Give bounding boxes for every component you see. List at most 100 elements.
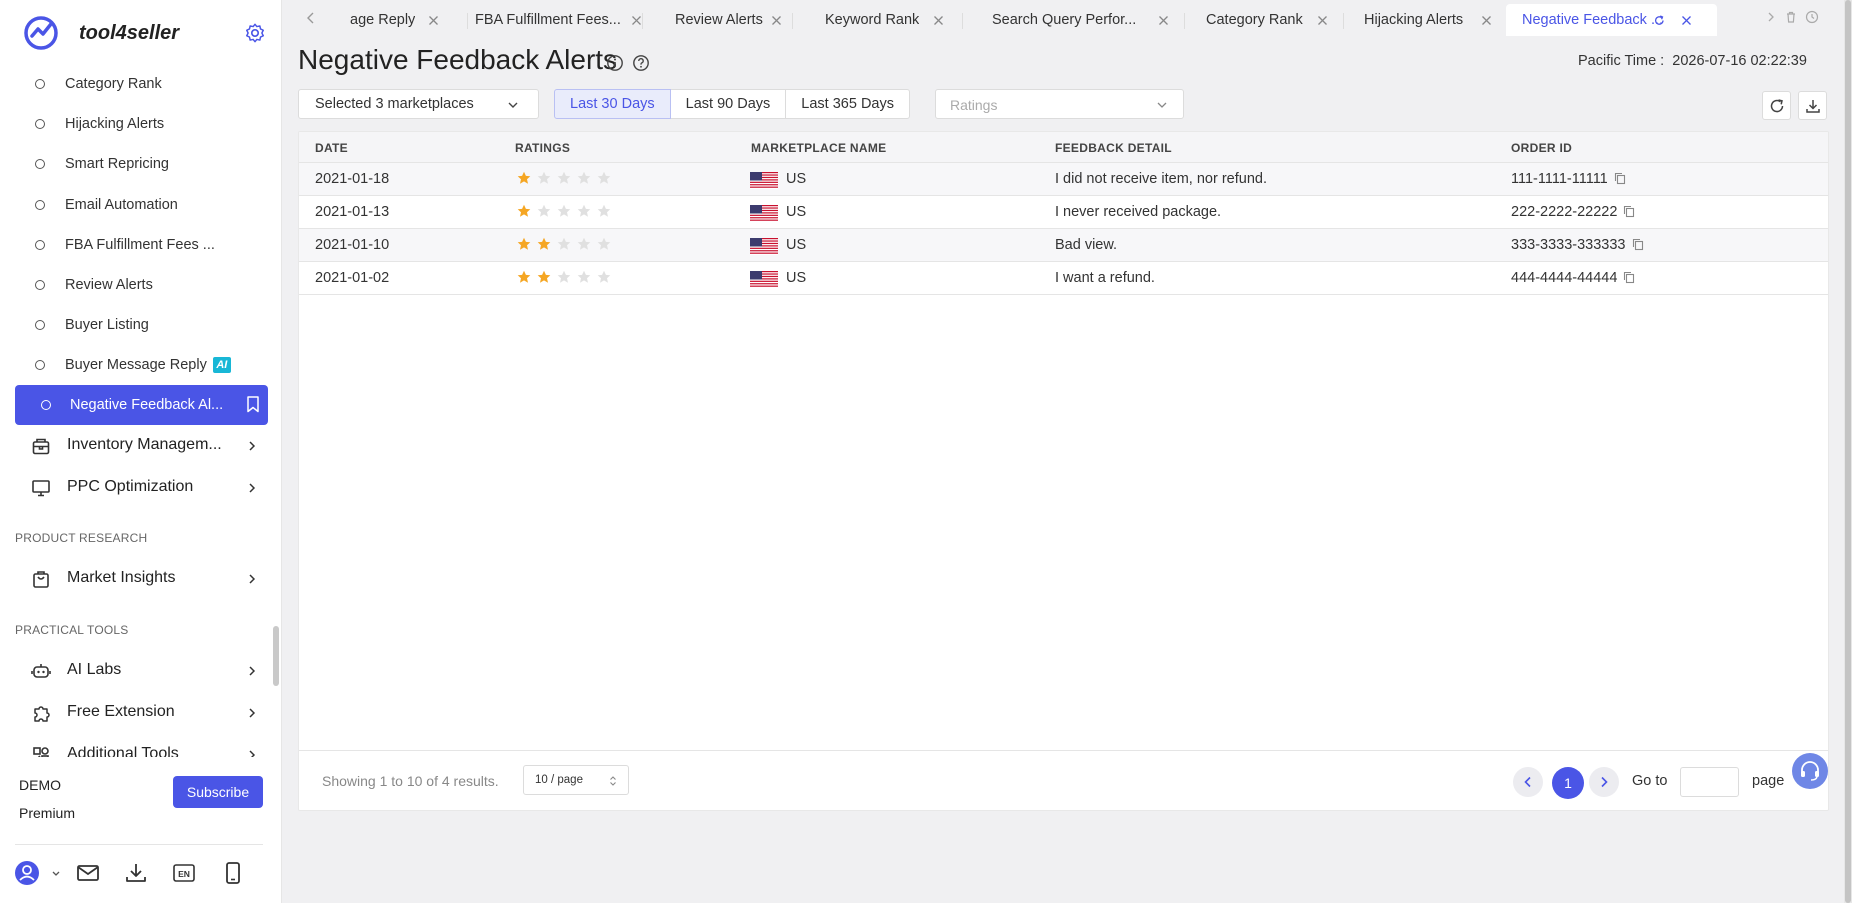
table-row[interactable]: 2021-01-18 US I did not receive item, nor … (299, 163, 1828, 196)
sidebar-item-buyer-listing[interactable]: Buyer Listing (0, 305, 272, 345)
tab-1[interactable]: age Reply (343, 4, 473, 36)
column-ratings[interactable]: RATINGS (515, 141, 570, 155)
chevron-left-icon[interactable] (303, 8, 319, 28)
trash-icon[interactable] (1784, 10, 1798, 24)
page-scrollbar[interactable] (1844, 0, 1852, 903)
chevron-right-icon (249, 574, 256, 584)
star-filled-icon (537, 237, 551, 250)
rating-stars (517, 270, 617, 284)
download-button[interactable] (1798, 91, 1827, 120)
page-scrollbar-thumb[interactable] (1845, 0, 1851, 903)
star-filled-icon (517, 270, 531, 283)
table-row[interactable]: 2021-01-13 US I never received package. 222… (299, 196, 1828, 229)
robot-icon (31, 664, 51, 678)
chevron-down-icon[interactable] (51, 869, 61, 879)
sidebar-item-negative-feedback-alerts[interactable]: Negative Feedback Al... (15, 385, 268, 425)
page-1-button[interactable]: 1 (1552, 767, 1584, 799)
copy-icon[interactable] (1632, 238, 1644, 251)
info-icon[interactable] (606, 54, 624, 72)
subscribe-button[interactable]: Subscribe (173, 776, 263, 808)
sidebar-group-ai-labs[interactable]: AI Labs (0, 650, 272, 692)
range-last-365-days[interactable]: Last 365 Days (785, 89, 910, 119)
circle-bullet-icon (35, 360, 45, 370)
tab-3[interactable]: Review Alerts (668, 4, 798, 36)
close-icon[interactable] (771, 15, 782, 26)
sidebar-group-inventory-management[interactable]: Inventory Managem... (0, 425, 272, 467)
copy-icon[interactable] (1623, 205, 1635, 218)
tab-label: age Reply (350, 12, 416, 28)
mail-icon[interactable] (75, 860, 101, 886)
tab-7[interactable]: Hijacking Alerts (1357, 4, 1507, 36)
star-empty-icon (537, 204, 551, 217)
sidebar-item-hijacking-alerts[interactable]: Hijacking Alerts (0, 104, 272, 144)
column-marketplace-name[interactable]: MARKETPLACE NAME (751, 141, 886, 155)
sidebar-item-fba-fulfillment-fees[interactable]: FBA Fulfillment Fees ... (0, 225, 272, 265)
order-id-text: 111-1111-11111 (1511, 171, 1608, 187)
marketplace-select[interactable]: Selected 3 marketplaces (298, 89, 539, 119)
table-row[interactable]: 2021-01-10 US Bad view. 333-3333-333333 (299, 229, 1828, 262)
column-date[interactable]: DATE (315, 141, 348, 155)
language-en-icon[interactable]: EN (171, 860, 197, 886)
column-feedback-detail[interactable]: FEEDBACK DETAIL (1055, 141, 1172, 155)
table-header: DATE RATINGS MARKETPLACE NAME FEEDBACK D… (299, 132, 1828, 163)
date-range-group: Last 30 Days Last 90 Days Last 365 Days (554, 89, 910, 119)
sidebar-item-email-automation[interactable]: Email Automation (0, 185, 272, 225)
settings-gear-icon[interactable] (244, 22, 266, 44)
next-page-button[interactable] (1589, 767, 1619, 797)
prev-page-button[interactable] (1513, 767, 1543, 797)
customer-support-button[interactable] (1792, 753, 1828, 789)
close-icon[interactable] (1158, 15, 1169, 26)
us-flag-icon (750, 271, 778, 288)
goto-page-input[interactable] (1680, 767, 1739, 797)
circle-bullet-icon (35, 159, 45, 169)
close-icon[interactable] (631, 15, 642, 26)
cell-marketplace: US (786, 171, 807, 187)
history-clock-icon[interactable] (1805, 10, 1819, 24)
tab-5[interactable]: Search Query Perfor... (985, 4, 1190, 36)
close-icon[interactable] (1481, 15, 1492, 26)
help-icon[interactable] (632, 54, 650, 72)
tab-6[interactable]: Category Rank (1199, 4, 1349, 36)
sidebar-scrollbar[interactable] (273, 626, 279, 686)
tab-label: Keyword Rank (825, 12, 920, 28)
copy-icon[interactable] (1623, 271, 1635, 284)
mobile-icon[interactable] (220, 860, 246, 886)
table-row[interactable]: 2021-01-02 US I want a refund. 444-4444-444… (299, 262, 1828, 295)
ratings-select[interactable]: Ratings (935, 89, 1184, 119)
tool4seller-logo-icon[interactable] (23, 15, 59, 51)
close-icon[interactable] (1317, 15, 1328, 26)
range-last-90-days[interactable]: Last 90 Days (669, 89, 787, 119)
bookmark-icon[interactable] (246, 396, 260, 413)
star-filled-icon (517, 171, 531, 184)
tab-8[interactable]: Negative Feedback ... (1506, 4, 1717, 36)
sidebar-item-smart-repricing[interactable]: Smart Repricing (0, 144, 272, 184)
download-icon[interactable] (123, 860, 149, 886)
copy-icon[interactable] (1614, 172, 1626, 185)
sidebar-item-review-alerts[interactable]: Review Alerts (0, 265, 272, 305)
close-icon[interactable] (933, 15, 944, 26)
close-icon[interactable] (1681, 15, 1692, 26)
pacific-time: Pacific Time : 2026-07-16 02:22:39 (1578, 53, 1807, 69)
sidebar-item-buyer-message-reply[interactable]: Buyer Message Reply AI (0, 345, 272, 385)
sidebar-item-category-rank[interactable]: Category Rank (0, 64, 272, 104)
star-filled-icon (517, 237, 531, 250)
column-order-id[interactable]: ORDER ID (1511, 141, 1572, 155)
tab-2[interactable]: FBA Fulfillment Fees... (468, 4, 648, 36)
chevron-right-icon[interactable] (1764, 10, 1778, 24)
sidebar-group-market-insights[interactable]: Market Insights (0, 558, 272, 600)
refresh-button[interactable] (1762, 91, 1791, 120)
circle-bullet-icon (35, 280, 45, 290)
circle-bullet-icon (35, 79, 45, 89)
page-size-select[interactable]: 10 / page (523, 765, 629, 795)
ai-badge: AI (212, 357, 231, 374)
user-icon[interactable] (14, 860, 40, 886)
sidebar-group-free-extension[interactable]: Free Extension (0, 692, 272, 734)
refresh-icon[interactable] (1654, 15, 1665, 26)
sidebar-group-ppc-optimization[interactable]: PPC Optimization (0, 467, 272, 509)
tab-4[interactable]: Keyword Rank (818, 4, 968, 36)
close-icon[interactable] (428, 15, 439, 26)
page-size-value: 10 / page (535, 774, 583, 786)
tab-separator (1343, 13, 1344, 29)
range-last-30-days[interactable]: Last 30 Days (554, 89, 671, 119)
sidebar-group-label: Market Insights (67, 569, 176, 586)
